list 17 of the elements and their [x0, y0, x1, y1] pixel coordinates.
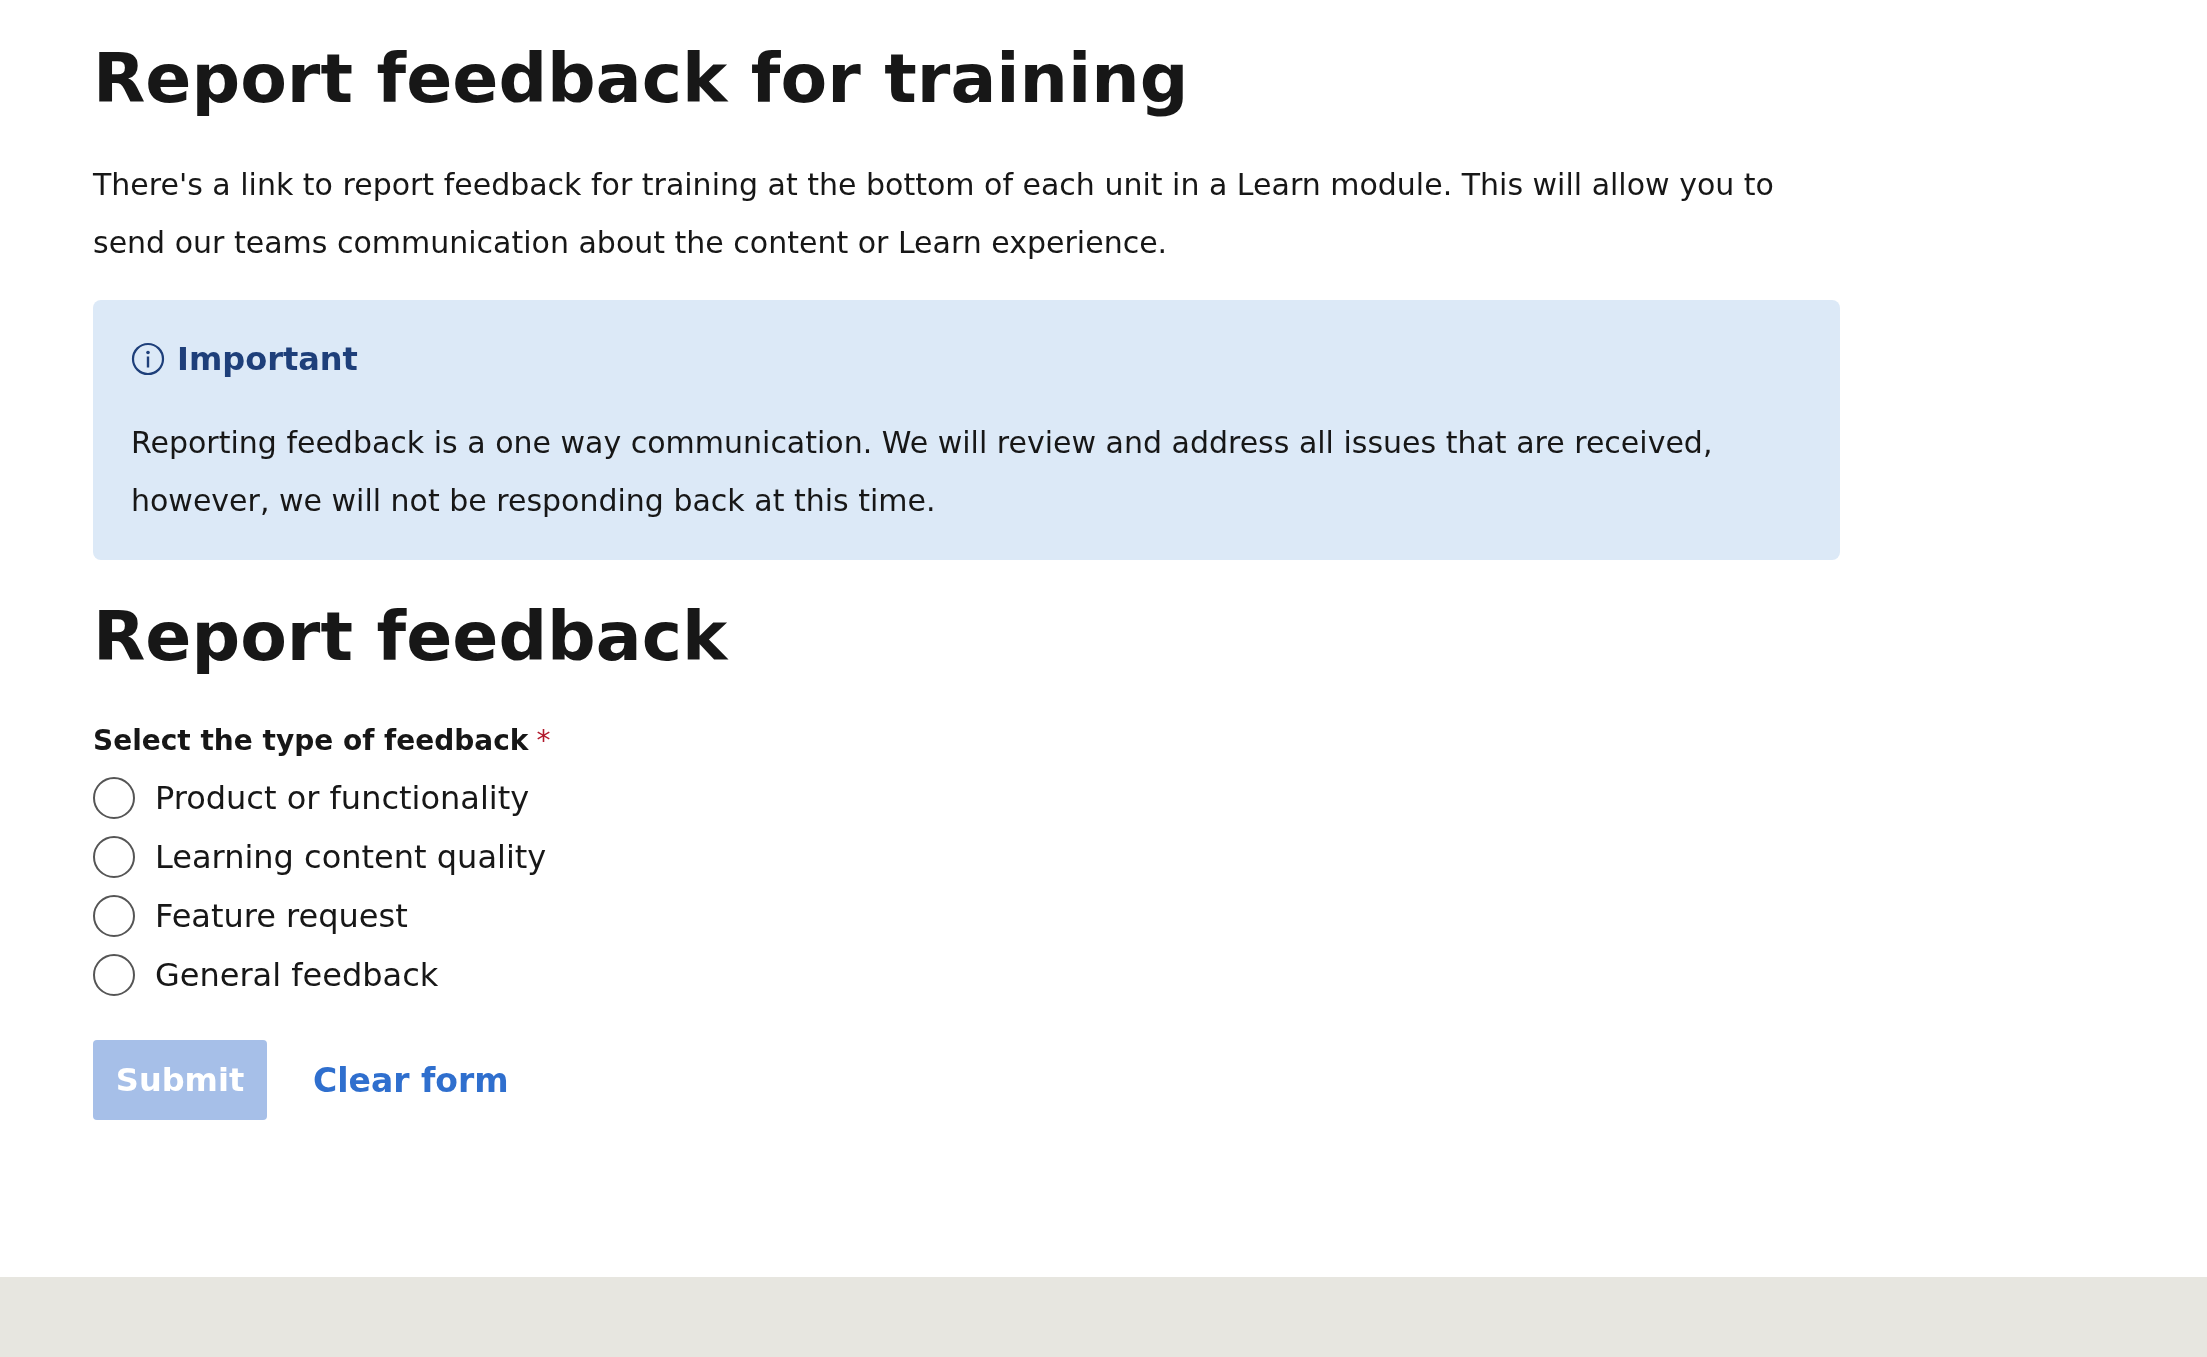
- callout-heading: Important: [177, 339, 358, 378]
- radio-button[interactable]: [93, 777, 135, 820]
- required-mark: *: [536, 724, 551, 758]
- page-title: Report feedback for training: [93, 38, 1190, 120]
- option-label[interactable]: Learning content quality: [155, 838, 547, 877]
- option-label[interactable]: General feedback: [155, 956, 439, 995]
- callout-text: Reporting feedback is a one way communication. We will review and address all issues that are received, however, we will not be responding back at this time.: [131, 423, 1714, 520]
- intro-paragraph: There's a link to report feedback for training at the bottom of each unit in a Learn module. This will allow you to send our teams communication about the content or Learn experience.: [93, 165, 1775, 262]
- option-label[interactable]: Feature request: [155, 897, 408, 936]
- radio-button[interactable]: [93, 954, 135, 997]
- radio-button[interactable]: [93, 836, 135, 879]
- section-heading: Report feedback: [93, 599, 729, 675]
- option-label[interactable]: Product or functionality: [155, 779, 530, 818]
- question-label: Select the type of feedback: [93, 724, 529, 758]
- radio-button[interactable]: [93, 895, 135, 938]
- clear-form-link[interactable]: Clear form: [313, 1060, 509, 1100]
- info-icon: [131, 341, 165, 376]
